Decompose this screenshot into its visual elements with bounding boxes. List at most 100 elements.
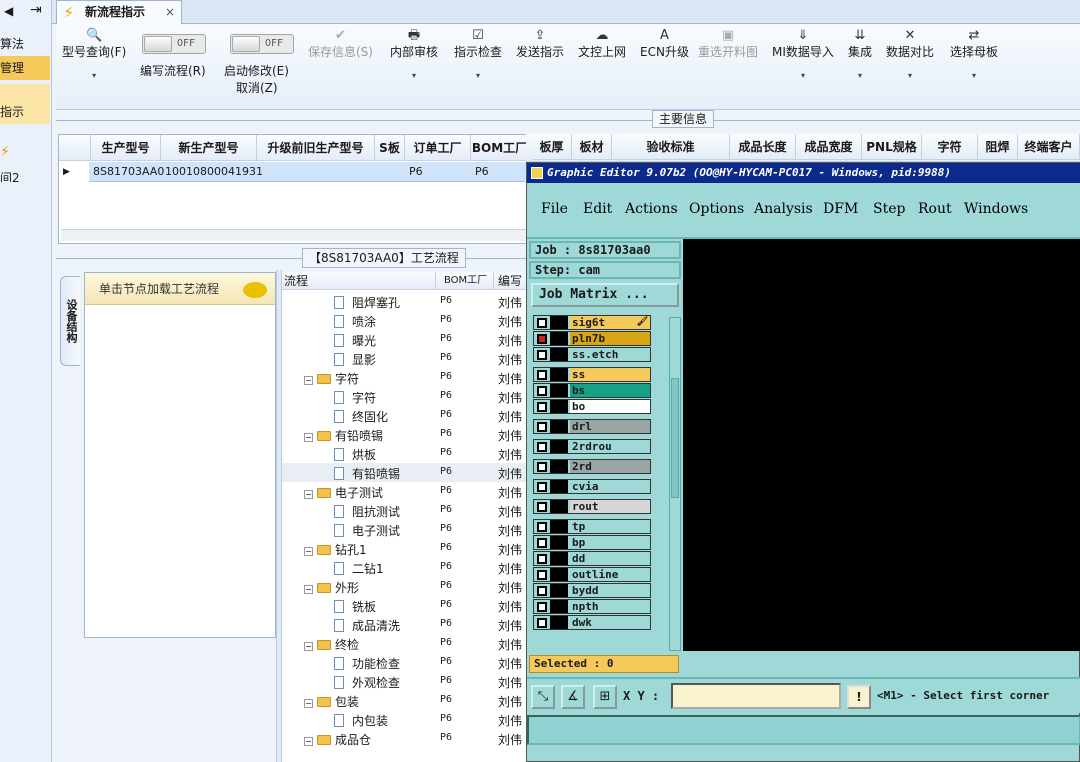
layer-item[interactable]: rout <box>533 499 651 514</box>
column-header[interactable]: 终端客户 <box>1018 134 1080 160</box>
layer-scrollbar[interactable] <box>669 317 681 651</box>
tree-row[interactable]: − 钻孔1 P6 刘伟 <box>282 539 528 558</box>
zoom-diagonal-icon[interactable]: ⤡ <box>531 685 555 709</box>
tree-row[interactable]: 烘板 P6 刘伟 <box>282 444 528 463</box>
column-header[interactable]: 升级前旧生产型号 <box>257 135 375 161</box>
collapse-icon[interactable]: − <box>304 376 313 385</box>
column-header[interactable]: 订单工厂 <box>405 135 471 161</box>
tree-row[interactable]: 功能检查 P6 刘伟 <box>282 653 528 672</box>
cell-order-factory[interactable]: P6 <box>409 163 423 181</box>
layer-item[interactable]: dwk <box>533 615 651 630</box>
column-header[interactable]: 生产型号 <box>91 135 161 161</box>
horizontal-scrollbar[interactable] <box>61 229 527 241</box>
layer-item[interactable]: pln7b <box>533 331 651 346</box>
layer-checkbox[interactable] <box>537 502 547 512</box>
layer-item[interactable]: ss.etch <box>533 347 651 362</box>
layer-checkbox[interactable] <box>537 334 547 344</box>
tree-row[interactable]: − 成品仓 P6 刘伟 <box>282 729 528 748</box>
tree-row[interactable]: 内包装 P6 刘伟 <box>282 710 528 729</box>
column-header[interactable]: 新生产型号 <box>161 135 257 161</box>
layer-item[interactable]: bo <box>533 399 651 414</box>
mi-data-import-button[interactable]: ⇓ MI数据导入 ▾ <box>772 28 834 84</box>
job-matrix-button[interactable]: Job Matrix ... <box>531 283 679 307</box>
tree-row[interactable]: − 包装 P6 刘伟 <box>282 691 528 710</box>
nav-item-room2[interactable]: ⚡ 间2 <box>0 142 50 182</box>
layer-checkbox[interactable] <box>537 318 547 328</box>
cell-new-production-model[interactable]: 10010800041931 <box>165 163 263 181</box>
cell-production-model[interactable]: 8S81703AA0 <box>93 163 164 181</box>
collapse-icon[interactable]: − <box>304 642 313 651</box>
collapse-icon[interactable]: − <box>304 490 313 499</box>
tree-row[interactable]: 电子测试 P6 刘伟 <box>282 520 528 539</box>
tree-column-header[interactable]: 编写 <box>494 272 528 290</box>
tree-row[interactable]: 字符 P6 刘伟 <box>282 387 528 406</box>
close-icon[interactable]: × <box>165 1 175 23</box>
reselect-cutting-chart-button[interactable]: ▣ 重选开料图 <box>698 28 758 60</box>
nav-item-instruction[interactable]: 指示 <box>0 84 50 124</box>
layer-item[interactable]: sig6t 🖌 <box>533 315 651 330</box>
chevron-down-icon[interactable]: ▾ <box>950 68 998 84</box>
menu-analysis[interactable]: Analysis <box>754 201 813 217</box>
tree-row[interactable]: 喷涂 P6 刘伟 <box>282 311 528 330</box>
tab-equipment-structure[interactable]: 设备结构 <box>60 276 80 366</box>
layer-checkbox[interactable] <box>537 482 547 492</box>
column-header[interactable]: 板厚 <box>532 134 572 160</box>
layer-item[interactable]: drl <box>533 419 651 434</box>
integrate-button[interactable]: ⇊ 集成 ▾ <box>848 28 872 84</box>
layer-checkbox[interactable] <box>537 422 547 432</box>
chevron-down-icon[interactable]: ▾ <box>62 68 126 84</box>
chevron-down-icon[interactable]: ▾ <box>848 68 872 84</box>
menu-actions[interactable]: Actions <box>625 201 678 217</box>
collapse-icon[interactable]: − <box>304 547 313 556</box>
layer-item[interactable]: 2rd <box>533 459 651 474</box>
column-header[interactable]: 成品长度 <box>730 134 796 160</box>
column-header[interactable]: S板 <box>375 135 405 161</box>
layer-checkbox[interactable] <box>537 442 547 452</box>
chevron-down-icon[interactable]: ▾ <box>772 68 834 84</box>
tree-row[interactable]: 二钻1 P6 刘伟 <box>282 558 528 577</box>
nav-item-management[interactable]: 管理 <box>0 56 50 80</box>
tree-row[interactable]: 曝光 P6 刘伟 <box>282 330 528 349</box>
tree-row[interactable]: − 外形 P6 刘伟 <box>282 577 528 596</box>
layer-item[interactable]: dd <box>533 551 651 566</box>
menu-step[interactable]: Step <box>873 201 905 217</box>
tree-row[interactable]: 显影 P6 刘伟 <box>282 349 528 368</box>
layer-item[interactable]: 2rdrou <box>533 439 651 454</box>
alert-icon[interactable]: ! <box>847 685 871 709</box>
chevron-down-icon[interactable]: ▾ <box>454 68 502 84</box>
tree-row[interactable]: 外观检查 P6 刘伟 <box>282 672 528 691</box>
layer-checkbox[interactable] <box>537 370 547 380</box>
menu-rout[interactable]: Rout <box>918 201 952 217</box>
layer-item[interactable]: tp <box>533 519 651 534</box>
menu-dfm[interactable]: DFM <box>823 201 858 217</box>
collapse-icon[interactable]: − <box>304 433 313 442</box>
tab-new-flow-instruction[interactable]: ⚡ 新流程指示 × <box>56 0 182 24</box>
menu-windows[interactable]: Windows <box>964 201 1028 217</box>
chevron-down-icon[interactable]: ▾ <box>886 68 934 84</box>
layer-checkbox[interactable] <box>537 538 547 548</box>
tree-row[interactable]: − 电子测试 P6 刘伟 <box>282 482 528 501</box>
tree-row[interactable]: 有铅喷锡 P6 刘伟 <box>282 463 528 482</box>
graphic-editor-titlebar[interactable]: Graphic Editor 9.07b2 (OO@HY-HYCAM-PC017… <box>527 163 1080 183</box>
instruction-check-button[interactable]: ☑ 指示检查 ▾ <box>454 28 502 84</box>
column-header[interactable]: 板材 <box>572 134 612 160</box>
layer-item[interactable]: npth <box>533 599 651 614</box>
layer-checkbox[interactable] <box>537 602 547 612</box>
layer-checkbox[interactable] <box>537 554 547 564</box>
layer-checkbox[interactable] <box>537 462 547 472</box>
column-header[interactable]: BOM工厂 <box>471 135 527 161</box>
xy-coordinate-input[interactable] <box>671 683 841 709</box>
column-header[interactable]: 阻焊 <box>978 134 1018 160</box>
collapse-icon[interactable]: − <box>304 585 313 594</box>
layer-item[interactable]: bs <box>533 383 651 398</box>
chevron-down-icon[interactable]: ▾ <box>390 68 438 84</box>
layer-item[interactable]: bydd <box>533 583 651 598</box>
tree-row[interactable]: 铣板 P6 刘伟 <box>282 596 528 615</box>
column-header[interactable]: PNL规格 <box>862 134 922 160</box>
save-info-button[interactable]: ✔ 保存信息(S) <box>308 28 373 60</box>
collapse-icon[interactable]: − <box>304 737 313 746</box>
tree-row[interactable]: − 终检 P6 刘伟 <box>282 634 528 653</box>
grid-snap-icon[interactable]: ⊞ <box>593 685 617 709</box>
layer-checkbox[interactable] <box>537 586 547 596</box>
menu-edit[interactable]: Edit <box>583 201 612 217</box>
